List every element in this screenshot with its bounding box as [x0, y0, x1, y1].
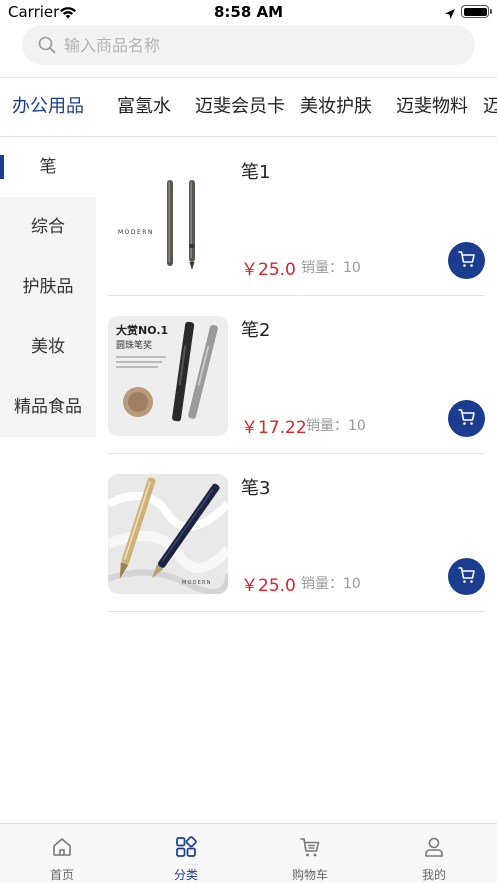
cart-icon — [457, 565, 477, 589]
product-price: ￥17.22 — [241, 418, 307, 438]
add-to-cart-button[interactable] — [448, 558, 485, 595]
product-name[interactable]: 笔3 — [241, 474, 270, 500]
subcategory-food[interactable]: 精品食品 — [0, 377, 96, 437]
sales-count: 销量：10 — [301, 576, 361, 592]
cart-icon — [457, 249, 477, 273]
brand-logo-text: MODERN — [118, 229, 154, 236]
category-tab-materials[interactable]: 迈斐物料 — [396, 78, 468, 136]
category-tab-more[interactable]: 迈 — [483, 78, 497, 136]
user-icon — [423, 836, 445, 858]
subcategory-pen[interactable]: 笔 — [0, 137, 96, 197]
tab-category[interactable]: 分类 — [124, 824, 248, 883]
sales-count: 销量：10 — [306, 418, 366, 434]
product-image[interactable]: 大赏NO.1 圆珠笔奖 — [108, 316, 228, 436]
subcategory-sidebar: 笔 综合 护肤品 美妆 精品食品 — [0, 137, 96, 437]
category-tabs: 办公用品 富氢水 迈斐会员卡 美妆护肤 迈斐物料 迈 — [0, 78, 497, 136]
status-bar: Carrier 8:58 AM — [0, 0, 497, 24]
subcategory-skincare[interactable]: 护肤品 — [0, 257, 96, 317]
bottom-tab-bar: 首页 分类 购物车 我的 — [0, 823, 497, 883]
tab-profile[interactable]: 我的 — [372, 824, 496, 883]
product-image[interactable]: MODERN — [108, 158, 228, 278]
search-bar[interactable] — [22, 25, 475, 65]
tab-home[interactable]: 首页 — [0, 824, 124, 883]
product-item[interactable]: MODERN 笔1 ￥25.0 销量：10 — [108, 138, 485, 296]
add-to-cart-button[interactable] — [448, 400, 485, 437]
product-name[interactable]: 笔2 — [241, 316, 270, 342]
category-tab-membership[interactable]: 迈斐会员卡 — [195, 78, 285, 136]
search-icon — [38, 36, 56, 58]
image-headline: 大赏NO.1 — [116, 323, 168, 337]
subcategory-general[interactable]: 综合 — [0, 197, 96, 257]
tab-cart[interactable]: 购物车 — [248, 824, 372, 883]
tab-label: 我的 — [421, 868, 446, 882]
cart-icon — [299, 836, 321, 858]
product-price: ￥25.0 — [241, 576, 296, 596]
brand-logo-text: MODERN — [182, 580, 212, 586]
home-icon — [51, 836, 73, 858]
battery-icon — [461, 5, 492, 18]
tab-label: 购物车 — [291, 868, 328, 882]
subcategory-makeup[interactable]: 美妆 — [0, 317, 96, 377]
cart-icon — [457, 407, 477, 431]
sales-count: 销量：10 — [301, 260, 361, 276]
tab-label: 分类 — [173, 868, 198, 882]
image-subline: 圆珠笔奖 — [116, 339, 152, 351]
tab-label: 首页 — [49, 868, 74, 882]
category-tab-office[interactable]: 办公用品 — [12, 78, 84, 136]
clock: 8:58 AM — [213, 3, 284, 21]
location-arrow-icon — [444, 5, 456, 24]
category-tab-hydrogen-water[interactable]: 富氢水 — [117, 78, 171, 136]
product-image[interactable]: MODERN — [108, 474, 228, 594]
product-item[interactable]: 大赏NO.1 圆珠笔奖 笔2 ￥17.22 销量：10 — [108, 296, 485, 454]
search-input[interactable] — [64, 25, 464, 65]
product-price: ￥25.0 — [241, 260, 296, 280]
category-icon — [175, 836, 197, 858]
product-name[interactable]: 笔1 — [241, 158, 270, 184]
category-tab-beauty[interactable]: 美妆护肤 — [300, 78, 372, 136]
product-item[interactable]: MODERN 笔3 ￥25.0 销量：10 — [108, 454, 485, 612]
add-to-cart-button[interactable] — [448, 242, 485, 279]
